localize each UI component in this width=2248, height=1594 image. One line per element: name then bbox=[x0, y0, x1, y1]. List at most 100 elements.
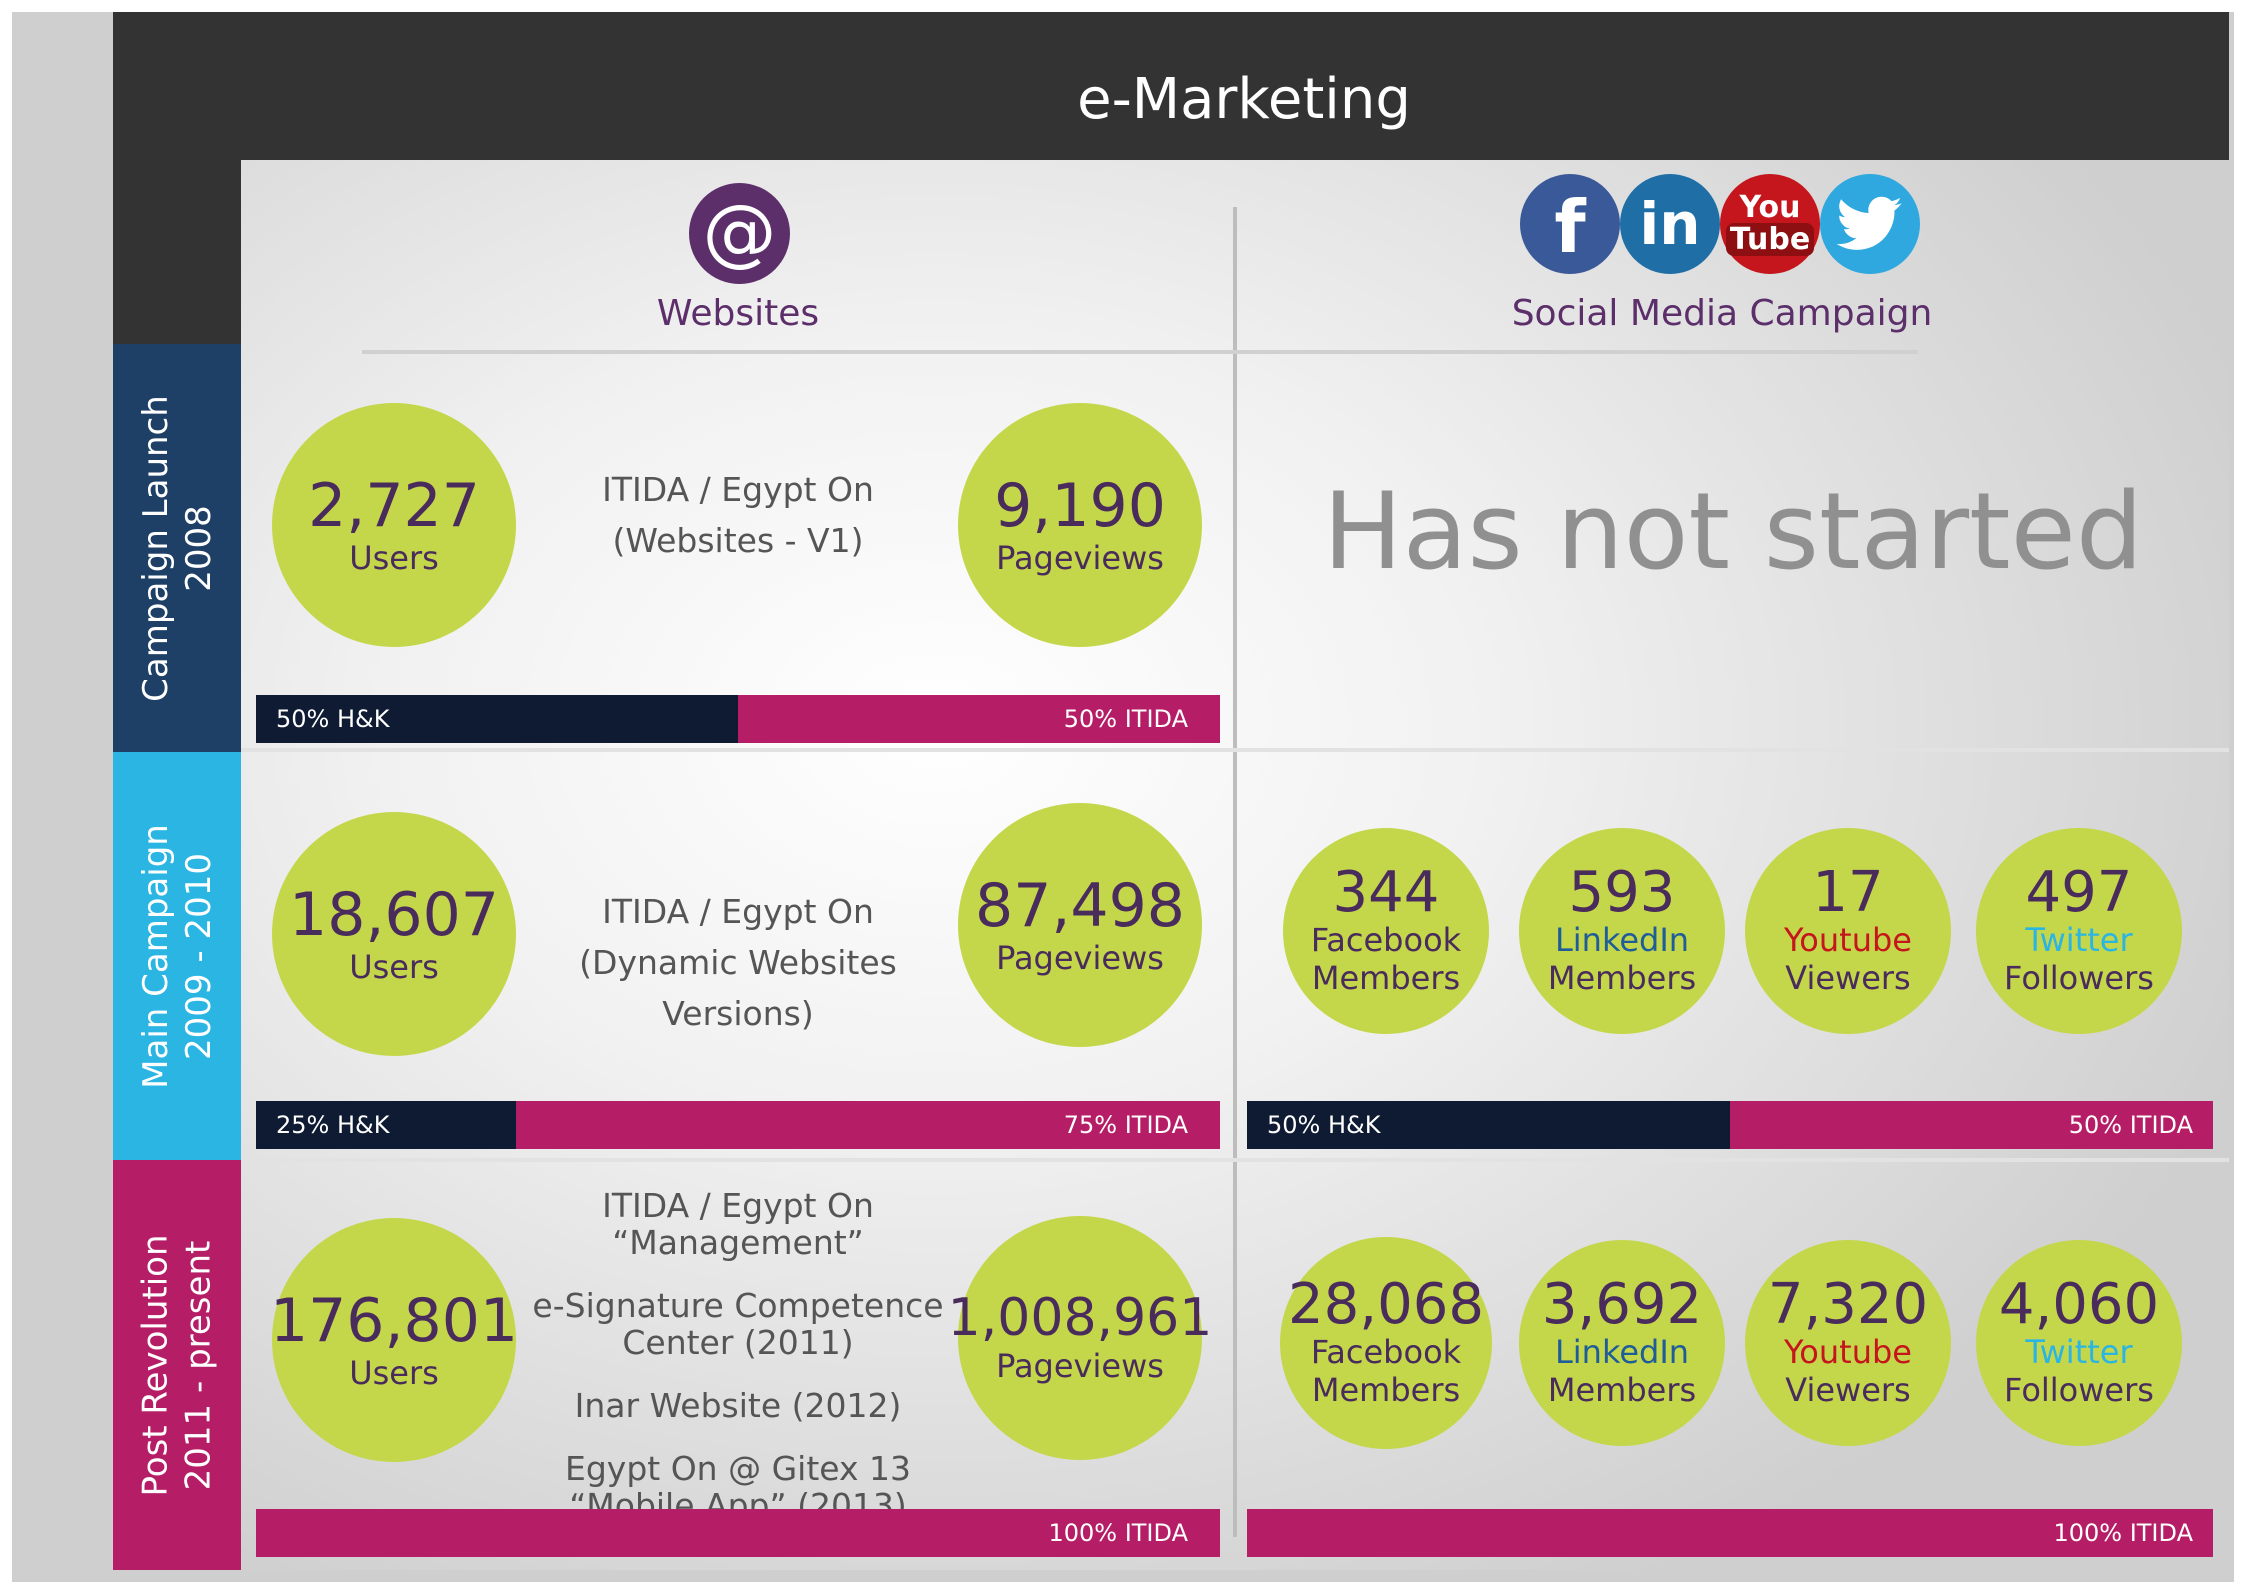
phase-label-line2: 2009 - 2010 bbox=[178, 852, 219, 1060]
header-divider bbox=[362, 350, 1918, 354]
funding-hk-segment: 50% H&K bbox=[256, 695, 738, 743]
phase-band-main: Main Campaign 2009 - 2010 bbox=[113, 752, 241, 1160]
stat-value: 176,801 bbox=[269, 1285, 519, 1356]
websites-description: ITIDA / Egypt On (Dynamic Websites Versi… bbox=[508, 886, 968, 1039]
stat-platform: Youtube bbox=[1784, 920, 1912, 959]
stat-label: Members bbox=[1547, 1371, 1697, 1409]
stat-value: 7,320 bbox=[1767, 1271, 1929, 1337]
stat-label: Viewers bbox=[1785, 959, 1911, 997]
stat-label: Users bbox=[349, 538, 439, 577]
linkedin-icon-glyph: in bbox=[1639, 190, 1701, 258]
column-divider bbox=[1233, 207, 1237, 1537]
stat-circle-users: 176,801 Users bbox=[269, 1218, 519, 1462]
funding-bar: 100% ITIDA bbox=[1247, 1509, 2213, 1557]
stat-label: Members bbox=[1311, 1371, 1461, 1409]
at-icon: @ bbox=[689, 183, 790, 284]
phase-label-line1: Post Revolution bbox=[135, 1233, 176, 1497]
funding-itida-segment: 100% ITIDA bbox=[256, 1509, 1220, 1557]
funding-bar: 100% ITIDA bbox=[256, 1509, 1220, 1557]
stat-value: 497 bbox=[2025, 859, 2133, 925]
stat-circle-pageviews: 9,190 Pageviews bbox=[958, 403, 1202, 647]
stat-circle-users: 18,607 Users bbox=[272, 812, 516, 1056]
stat-label: Members bbox=[1547, 959, 1697, 997]
stat-label: Members bbox=[1311, 959, 1461, 997]
stat-label: Followers bbox=[2004, 959, 2154, 997]
stat-value: 28,068 bbox=[1288, 1271, 1484, 1337]
twitter-bird bbox=[1837, 196, 1902, 250]
stat-value: 3,692 bbox=[1541, 1271, 1703, 1337]
stat-label: Followers bbox=[2004, 1371, 2154, 1409]
twitter-icon bbox=[1820, 174, 1920, 274]
phase-label-launch: Campaign Launch 2008 bbox=[135, 395, 220, 702]
stat-platform: Facebook bbox=[1310, 920, 1462, 959]
websites-description: ITIDA / Egypt On (Websites - V1) bbox=[528, 464, 948, 566]
stat-label: Users bbox=[349, 947, 439, 986]
stat-platform: Twitter bbox=[2025, 920, 2133, 959]
phase-band-launch: Campaign Launch 2008 bbox=[113, 344, 241, 752]
funding-bar: 50% H&K 50% ITIDA bbox=[1247, 1101, 2213, 1149]
stat-circle-twitter: 4,060 Twitter Followers bbox=[1976, 1240, 2182, 1446]
stat-label: Pageviews bbox=[996, 1347, 1164, 1386]
funding-hk-segment: 25% H&K bbox=[256, 1101, 516, 1149]
funding-itida-segment: 50% ITIDA bbox=[1730, 1101, 2213, 1149]
description-line: Egypt On @ Gitex 13 bbox=[565, 1448, 911, 1488]
stat-circle-pageviews: 87,498 Pageviews bbox=[958, 803, 1202, 1047]
stat-circle-pageviews: 1,008,961 Pageviews bbox=[948, 1216, 1212, 1460]
phase-label-line1: Campaign Launch bbox=[135, 394, 176, 702]
header-corner bbox=[113, 160, 241, 344]
column-label-social: Social Media Campaign bbox=[1511, 293, 1933, 334]
stat-label: Pageviews bbox=[996, 938, 1164, 977]
row-divider-1 bbox=[241, 748, 2229, 752]
header-bar bbox=[113, 12, 2229, 160]
stat-circle-youtube: 17 Youtube Viewers bbox=[1745, 828, 1951, 1034]
stat-value: 2,727 bbox=[308, 470, 480, 541]
description-line: Inar Website (2012) bbox=[574, 1385, 902, 1425]
stat-circle-users: 2,727 Users bbox=[272, 403, 516, 647]
description-line: e-Signature Competence bbox=[532, 1285, 944, 1325]
phase-label-post: Post Revolution 2011 - present bbox=[135, 1234, 220, 1496]
funding-hk-segment: 50% H&K bbox=[1247, 1101, 1730, 1149]
websites-description: ITIDA / Egypt On “Management” e-Signatur… bbox=[488, 1186, 988, 1525]
youtube-icon-glyph-top: You bbox=[1739, 189, 1801, 225]
phase-label-line2: 2008 bbox=[178, 504, 218, 592]
stat-value: 344 bbox=[1332, 859, 1440, 925]
description-line: ITIDA / Egypt On bbox=[602, 892, 874, 931]
stat-label: Pageviews bbox=[996, 538, 1164, 577]
phase-label-line1: Main Campaign bbox=[135, 823, 176, 1089]
stat-value: 17 bbox=[1812, 859, 1884, 925]
stat-label: Users bbox=[349, 1353, 439, 1392]
stat-value: 9,190 bbox=[994, 470, 1166, 541]
stat-label: Viewers bbox=[1785, 1371, 1911, 1409]
stat-platform: Youtube bbox=[1784, 1332, 1912, 1371]
phase-band-post: Post Revolution 2011 - present bbox=[113, 1160, 241, 1570]
linkedin-icon: in bbox=[1620, 174, 1720, 274]
stat-circle-linkedin: 3,692 LinkedIn Members bbox=[1519, 1240, 1725, 1446]
facebook-icon: f bbox=[1520, 174, 1620, 274]
stat-value: 1,008,961 bbox=[947, 1288, 1213, 1349]
stat-value: 18,607 bbox=[289, 879, 499, 950]
stat-value: 87,498 bbox=[975, 870, 1185, 941]
description-line: ITIDA / Egypt On “Management” bbox=[602, 1186, 874, 1262]
social-status: Has not started bbox=[1322, 470, 2144, 593]
phase-label-main: Main Campaign 2009 - 2010 bbox=[135, 824, 220, 1089]
stat-value: 593 bbox=[1568, 859, 1676, 925]
funding-bar: 25% H&K 75% ITIDA bbox=[256, 1101, 1220, 1149]
youtube-icon: You Tube bbox=[1720, 174, 1820, 274]
row-divider-2 bbox=[241, 1158, 2229, 1162]
stat-circle-facebook: 344 Facebook Members bbox=[1283, 828, 1489, 1034]
stat-platform: LinkedIn bbox=[1554, 920, 1690, 959]
stat-platform: Twitter bbox=[2025, 1332, 2133, 1371]
column-label-websites: Websites bbox=[656, 293, 820, 334]
youtube-icon-glyph-bottom: Tube bbox=[1725, 222, 1815, 256]
stat-platform: LinkedIn bbox=[1554, 1332, 1690, 1371]
funding-itida-segment: 75% ITIDA bbox=[516, 1101, 1220, 1149]
stat-platform: Facebook bbox=[1310, 1332, 1462, 1371]
infographic: e-Marketing Campaign Launch 2008 Main Ca… bbox=[0, 0, 2248, 1594]
description-line: Center (2011) bbox=[622, 1322, 854, 1362]
description-line: ITIDA / Egypt On bbox=[602, 470, 874, 509]
stat-circle-linkedin: 593 LinkedIn Members bbox=[1519, 828, 1725, 1034]
stat-circle-youtube: 7,320 Youtube Viewers bbox=[1745, 1240, 1951, 1446]
stat-value: 4,060 bbox=[1998, 1271, 2160, 1337]
phase-label-line2: 2011 - present bbox=[178, 1240, 219, 1490]
stat-circle-twitter: 497 Twitter Followers bbox=[1976, 828, 2182, 1034]
